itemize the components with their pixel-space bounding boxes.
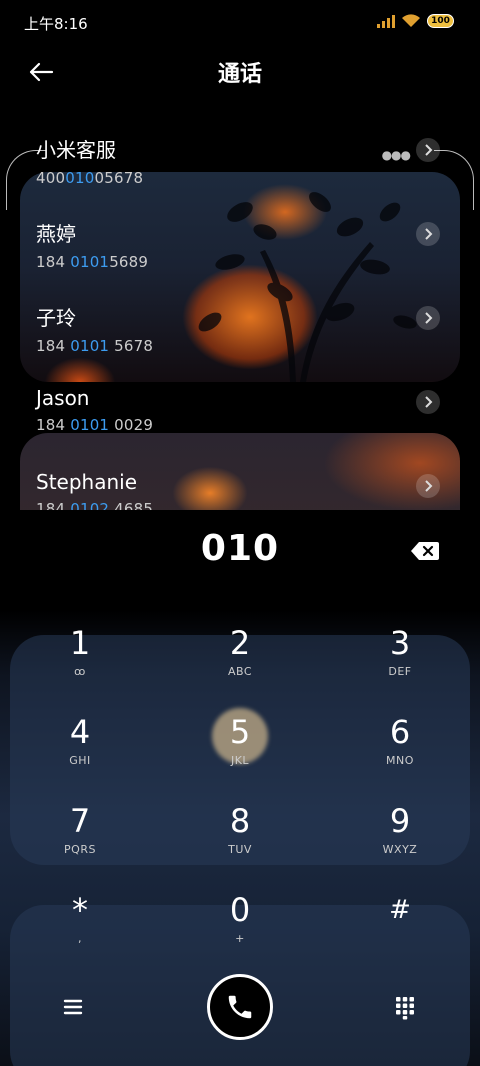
contact-row[interactable]: 小米客服 40001005678 ●●● bbox=[36, 134, 456, 214]
key-1[interactable]: 1 ꝏ bbox=[20, 625, 140, 705]
contact-row[interactable]: Stephanie 184 0102 4685 bbox=[36, 470, 456, 510]
contact-list[interactable]: 小米客服 40001005678 ●●● 燕婷 184 01015689 子玲 … bbox=[0, 120, 480, 510]
key-0[interactable]: 0 + bbox=[180, 892, 300, 972]
signal-icon bbox=[377, 14, 395, 28]
key-hash[interactable]: # bbox=[340, 892, 460, 972]
key-2[interactable]: 2 ABC bbox=[180, 625, 300, 705]
contact-name: 子玲 bbox=[36, 306, 76, 330]
dialpad-panel: 010 1 ꝏ 2 ABC 3 DEF 4 GHI 5 JKL 6 MNO 7 … bbox=[0, 510, 480, 1066]
contact-name: Stephanie bbox=[36, 470, 138, 494]
contact-row[interactable]: 燕婷 184 01015689 bbox=[36, 218, 456, 298]
contact-row[interactable]: Jason 184 0101 0029 bbox=[36, 386, 456, 466]
contact-detail-button[interactable] bbox=[416, 390, 440, 414]
chevron-right-icon bbox=[425, 228, 433, 240]
dialpad-toggle-button[interactable] bbox=[392, 994, 418, 1020]
battery-icon: 100 bbox=[427, 14, 454, 28]
key-5[interactable]: 5 JKL bbox=[180, 714, 300, 794]
key-4[interactable]: 4 GHI bbox=[20, 714, 140, 794]
page-title: 通话 bbox=[217, 62, 262, 87]
contact-number: 184 0101 0029 bbox=[36, 416, 154, 434]
contact-number: 40001005678 bbox=[36, 169, 144, 187]
dialpad-bottom-bar bbox=[0, 974, 480, 1044]
backspace-icon bbox=[411, 542, 439, 560]
contact-detail-button[interactable] bbox=[416, 306, 440, 330]
more-dots-icon: ●●● bbox=[381, 148, 411, 162]
dialpad-icon bbox=[396, 997, 414, 1020]
contact-detail-button[interactable] bbox=[416, 222, 440, 246]
menu-button[interactable] bbox=[60, 994, 86, 1020]
status-bar: 上午8:16 100 bbox=[0, 0, 480, 44]
chevron-right-icon bbox=[425, 480, 433, 492]
dialed-number[interactable]: 010 bbox=[0, 528, 480, 569]
call-button[interactable] bbox=[207, 974, 273, 1040]
contact-name: Jason bbox=[36, 386, 90, 410]
backspace-button[interactable] bbox=[410, 540, 440, 562]
contact-detail-button[interactable] bbox=[416, 138, 440, 162]
key-6[interactable]: 6 MNO bbox=[340, 714, 460, 794]
wifi-icon bbox=[402, 14, 420, 27]
chevron-right-icon bbox=[425, 396, 433, 408]
key-star[interactable]: * , bbox=[20, 892, 140, 972]
key-8[interactable]: 8 TUV bbox=[180, 803, 300, 883]
status-time: 上午8:16 bbox=[24, 15, 88, 33]
contact-number: 184 0102 4685 bbox=[36, 500, 154, 510]
contact-name: 燕婷 bbox=[36, 222, 76, 246]
header: 通话 bbox=[0, 52, 480, 92]
chevron-right-icon bbox=[425, 144, 433, 156]
key-9[interactable]: 9 WXYZ bbox=[340, 803, 460, 883]
chevron-right-icon bbox=[425, 312, 433, 324]
contact-detail-button[interactable] bbox=[416, 474, 440, 498]
voicemail-icon: ꝏ bbox=[74, 665, 86, 678]
contact-row[interactable]: 子玲 184 0101 5678 bbox=[36, 302, 456, 382]
key-7[interactable]: 7 PQRS bbox=[20, 803, 140, 883]
phone-icon bbox=[228, 995, 252, 1019]
contact-number: 184 01015689 bbox=[36, 253, 149, 271]
key-3[interactable]: 3 DEF bbox=[340, 625, 460, 705]
contact-number: 184 0101 5678 bbox=[36, 337, 154, 355]
menu-icon bbox=[63, 999, 83, 1015]
